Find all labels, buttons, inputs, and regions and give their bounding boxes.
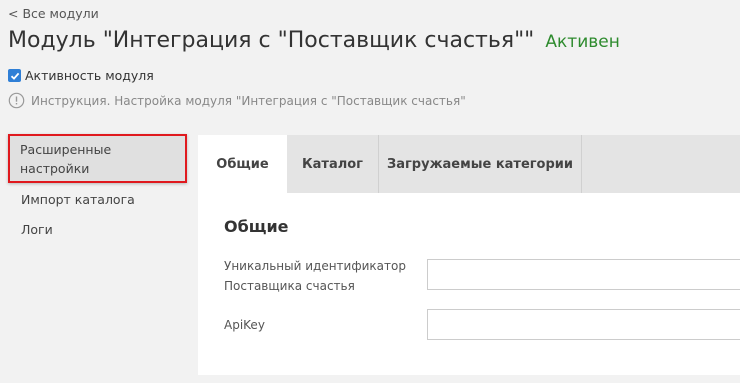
unique-id-label: Уникальный идентификатор Поставщика счас… (224, 256, 406, 296)
instruction-text: Инструкция. Настройка модуля "Интеграция… (31, 93, 466, 108)
unique-id-label-line1: Уникальный идентификатор (224, 259, 406, 273)
section-title: Общие (224, 217, 289, 236)
sidebar-item-label-line2: настройки (20, 161, 90, 176)
sidebar: Расширенные настройки Импорт каталога Ло… (8, 134, 188, 237)
sidebar-item-advanced-settings[interactable]: Расширенные настройки (8, 134, 187, 183)
checkmark-icon (10, 72, 19, 80)
module-activity: Активность модуля (8, 68, 154, 83)
tab-bar: Общие Каталог Загружаемые категории (198, 135, 740, 193)
instruction-link[interactable]: Инструкция. Настройка модуля "Интеграция… (8, 92, 466, 109)
sidebar-item-catalog-import[interactable]: Импорт каталога (8, 192, 188, 207)
module-activity-checkbox[interactable] (8, 69, 21, 82)
module-activity-label[interactable]: Активность модуля (25, 68, 154, 83)
tab-loaded-categories[interactable]: Загружаемые категории (379, 135, 582, 193)
status-badge: Активен (545, 32, 620, 52)
tab-catalog[interactable]: Каталог (287, 135, 379, 193)
sidebar-item-label-line1: Расширенные (20, 142, 112, 157)
apikey-label: ApiKey (224, 318, 265, 332)
back-to-modules-link[interactable]: < Все модули (8, 6, 99, 21)
settings-panel: Общие Каталог Загружаемые категории Общи… (198, 135, 740, 375)
info-icon (8, 92, 25, 109)
title-row: Модуль "Интеграция с "Поставщик счастья"… (8, 28, 620, 53)
sidebar-item-logs[interactable]: Логи (8, 222, 188, 237)
tab-general[interactable]: Общие (198, 135, 287, 193)
unique-id-label-line2: Поставщика счастья (224, 279, 355, 293)
unique-id-input[interactable] (427, 259, 740, 290)
apikey-input[interactable] (427, 309, 740, 340)
page-title: Модуль "Интеграция с "Поставщик счастья"… (8, 28, 535, 53)
